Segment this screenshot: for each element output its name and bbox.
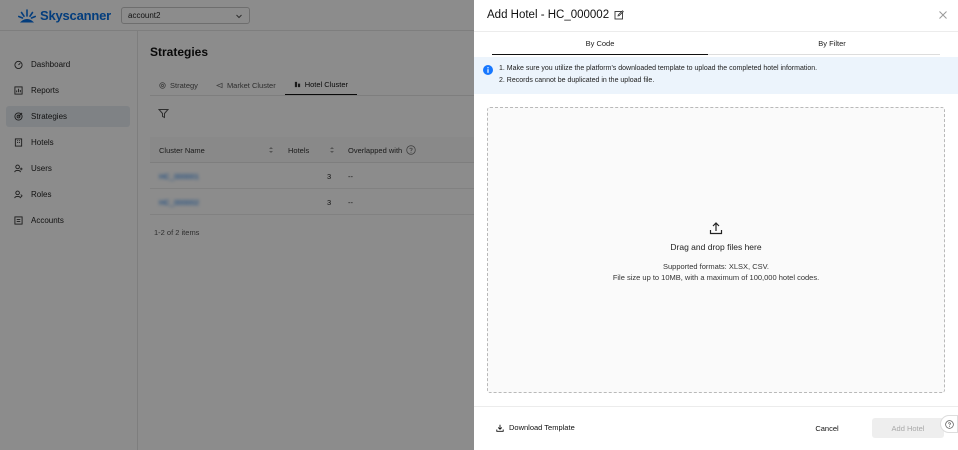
drawer-footer: Download Template Cancel Add Hotel: [474, 406, 958, 450]
drawer-title-text: Add Hotel - HC_000002: [487, 9, 610, 21]
drawer-header: Add Hotel - HC_000002: [474, 0, 958, 32]
close-icon[interactable]: [938, 10, 948, 20]
tab-by-filter[interactable]: By Filter: [724, 32, 940, 55]
cancel-button[interactable]: Cancel: [804, 418, 850, 438]
help-button[interactable]: [940, 415, 958, 433]
supported-formats: Supported formats: XLSX, CSV.: [662, 262, 770, 271]
file-size-limit: File size up to 10MB, with a maximum of …: [612, 273, 820, 282]
info-icon: [483, 65, 493, 75]
download-icon: [496, 424, 504, 432]
info-line-2: 2. Records cannot be duplicated in the u…: [499, 77, 655, 84]
add-hotel-button[interactable]: Add Hotel: [872, 418, 944, 438]
question-circle-icon: [944, 419, 954, 429]
tab-label: By Code: [585, 38, 615, 48]
add-hotel-drawer: Add Hotel - HC_000002 By Code By Filter …: [474, 0, 958, 450]
download-template-label: Download Template: [509, 423, 575, 432]
info-line-1: 1. Make sure you utilize the platform's …: [499, 65, 818, 72]
tab-by-code[interactable]: By Code: [492, 32, 708, 55]
edit-icon[interactable]: [614, 10, 624, 20]
upload-icon: [709, 222, 723, 235]
app-root: Skyscanner account2 Dashboard Reports St…: [0, 0, 958, 450]
tab-label: By Filter: [818, 39, 846, 48]
info-text: 1. Make sure you utilize the platform's …: [499, 64, 817, 85]
drawer-tabs: By Code By Filter: [492, 32, 940, 55]
dropzone-title: Drag and drop files here: [670, 242, 762, 252]
drawer-title: Add Hotel - HC_000002: [487, 9, 624, 21]
dropzone-hint: Supported formats: XLSX, CSV. File size …: [488, 261, 944, 283]
file-dropzone[interactable]: Drag and drop files here Supported forma…: [487, 107, 945, 393]
download-template-button[interactable]: Download Template: [496, 423, 575, 432]
info-alert: 1. Make sure you utilize the platform's …: [474, 57, 958, 94]
